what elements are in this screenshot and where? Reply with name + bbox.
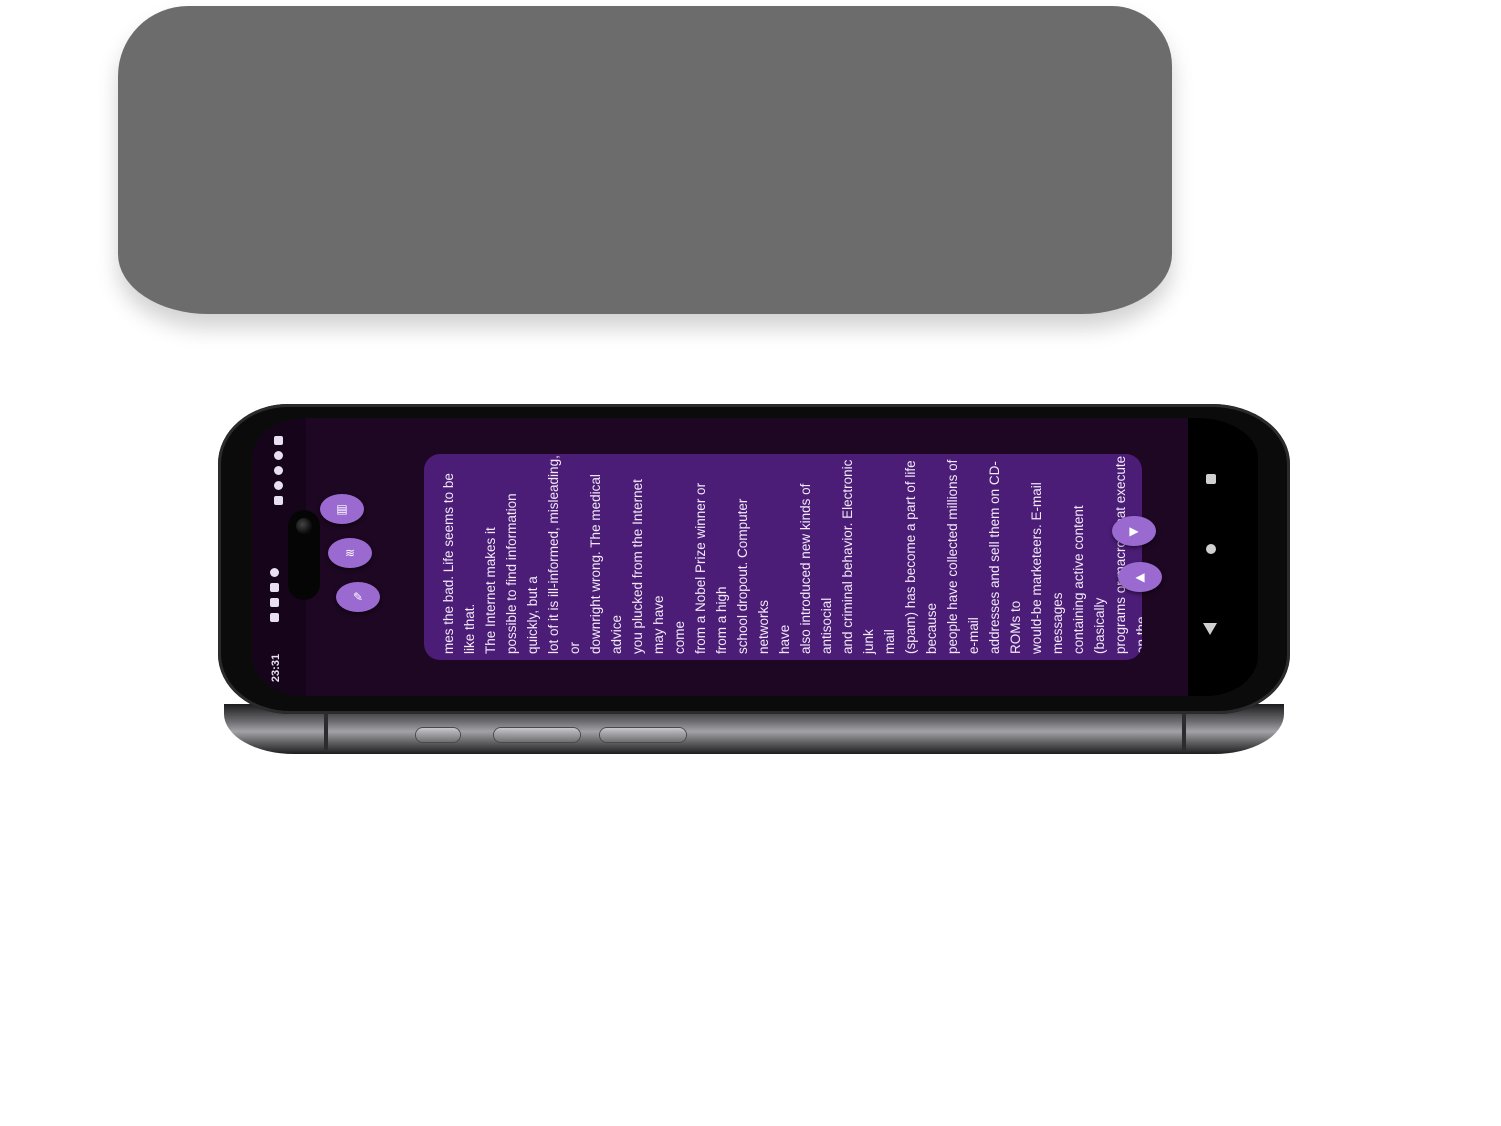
reader-text-line: and criminal behavior. Electronic junk [840, 455, 876, 654]
reader-mode-button[interactable]: ▤ [320, 494, 364, 524]
reader-text-line: from a Nobel Prize winner or from a high [693, 479, 729, 654]
reader-text-line: school dropout. Computer networks [735, 494, 771, 654]
reader-text-line: addresses and sell them on CD-ROMs to [987, 461, 1023, 654]
reader-text-line: containing active content (basically [1071, 501, 1107, 654]
notification-icon [270, 583, 279, 592]
reader-text-line: you plucked from the Internet may have [630, 475, 666, 654]
reader-text-line: would-be marketeers. E-mail messages [1029, 478, 1065, 654]
reader-text: mes the bad. Life seems to be like that.… [438, 454, 1142, 654]
wifi-icon: ≋ [344, 546, 356, 560]
device-backing-slab [118, 6, 1172, 314]
front-camera-icon [296, 518, 312, 534]
do-not-disturb-icon [274, 481, 283, 490]
previous-page-button[interactable]: ◀ [1118, 562, 1162, 592]
system-icons [274, 436, 288, 511]
edit-icon: ✎ [352, 590, 364, 604]
antenna-line [1182, 712, 1186, 750]
vpn-icon [274, 496, 283, 505]
battery-icon [274, 436, 283, 445]
reader-text-line: downright wrong. The medical advice [588, 470, 624, 654]
notification-icon [270, 613, 279, 622]
home-icon[interactable] [1206, 544, 1216, 554]
wifi-status-icon [274, 466, 283, 475]
reader-text-line: mail [882, 629, 897, 654]
reader-text-panel[interactable]: mes the bad. Life seems to be like that.… [424, 454, 1142, 660]
volume-down-button[interactable] [600, 728, 686, 742]
notification-icon [270, 598, 279, 607]
edit-button[interactable]: ✎ [336, 582, 380, 612]
reader-text-line: also introduced new kinds of antisocial [798, 479, 834, 654]
previous-page-icon: ◀ [1135, 570, 1145, 584]
phone-screen: 23:31 ▤ ≋ ✎ mes the bad. Life seems to b… [252, 418, 1258, 696]
reader-text-line: possible to find information quickly, bu… [504, 489, 540, 654]
phone-device: 23:31 ▤ ≋ ✎ mes the bad. Life seems to b… [218, 404, 1290, 754]
reader-text-line: mes the bad. Life seems to be like that. [441, 469, 477, 654]
reader-text-line: lot of it is ill-informed, misleading, o… [546, 455, 582, 654]
mute-switch[interactable] [416, 728, 460, 742]
reader-text-line: (spam) has become a part of life because [903, 456, 939, 654]
navigation-bar [1188, 418, 1258, 696]
next-page-button[interactable]: ▶ [1112, 516, 1156, 546]
notification-icons [270, 568, 284, 628]
notification-icon [270, 568, 279, 577]
reader-text-line: have [777, 624, 792, 654]
recents-icon[interactable] [1206, 474, 1216, 484]
phone-frame: 23:31 ▤ ≋ ✎ mes the bad. Life seems to b… [218, 404, 1290, 714]
reader-text-line: The Internet makes it [483, 527, 498, 654]
next-page-icon: ▶ [1129, 524, 1139, 538]
reader-text-line: programs or macros that execute on the [1113, 455, 1142, 654]
back-icon[interactable] [1203, 623, 1217, 635]
status-time: 23:31 [270, 653, 282, 683]
wifi-share-button[interactable]: ≋ [328, 538, 372, 568]
reader-text-line: come [672, 620, 687, 654]
signal-icon [274, 451, 283, 460]
book-icon: ▤ [336, 502, 348, 516]
antenna-line [324, 712, 328, 750]
volume-up-button[interactable] [494, 728, 580, 742]
dynamic-island [288, 510, 320, 600]
reader-text-line: people have collected millions of e-mail [945, 455, 981, 654]
